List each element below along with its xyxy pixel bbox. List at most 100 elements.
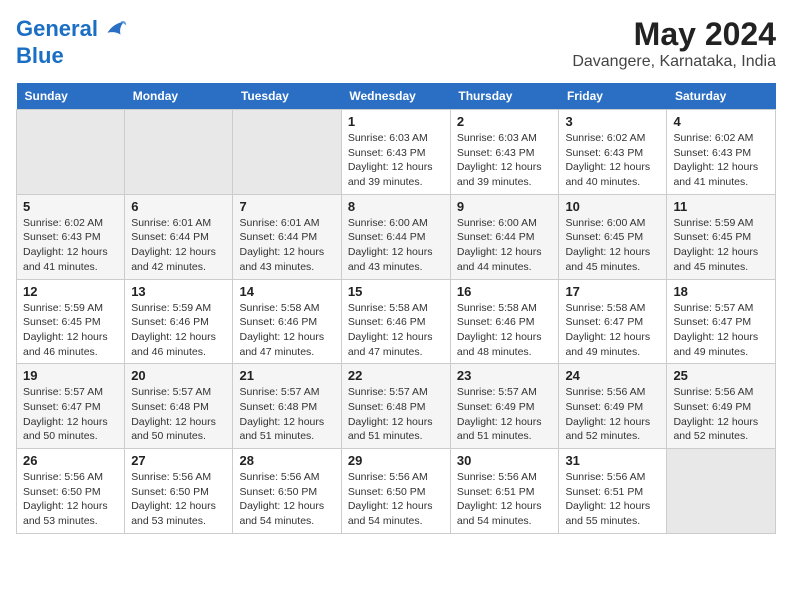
day-info: Sunrise: 5:59 AMSunset: 6:45 PMDaylight:… [673, 216, 769, 275]
calendar-cell: 18Sunrise: 5:57 AMSunset: 6:47 PMDayligh… [667, 279, 776, 364]
calendar-cell: 22 Sunrise: 5:57 AMSunset: 6:48 PMDayligh… [341, 364, 450, 449]
day-number: 17 [565, 284, 660, 299]
calendar-cell: 19 Sunrise: 5:57 AMSunset: 6:47 PMDayligh… [17, 364, 125, 449]
calendar-table: SundayMondayTuesdayWednesdayThursdayFrid… [16, 83, 776, 534]
day-number: 9 [457, 199, 553, 214]
logo: General Blue [16, 16, 128, 68]
weekday-header-sunday: Sunday [17, 83, 125, 110]
calendar-cell: 26Sunrise: 5:56 AMSunset: 6:50 PMDayligh… [17, 449, 125, 534]
day-number: 10 [565, 199, 660, 214]
day-number: 28 [239, 453, 334, 468]
day-info: Sunrise: 5:58 AMSunset: 6:46 PMDaylight:… [239, 301, 334, 360]
day-number: 30 [457, 453, 553, 468]
calendar-cell: 14 Sunrise: 5:58 AMSunset: 6:46 PMDayligh… [233, 279, 341, 364]
day-number: 11 [673, 199, 769, 214]
calendar-cell: 17 Sunrise: 5:58 AMSunset: 6:47 PMDayligh… [559, 279, 667, 364]
calendar-cell [667, 449, 776, 534]
day-number: 18 [673, 284, 769, 299]
day-info: Sunrise: 5:59 AMSunset: 6:46 PMDaylight:… [131, 301, 226, 360]
day-number: 16 [457, 284, 553, 299]
calendar-title: May 2024 [572, 16, 776, 53]
day-number: 15 [348, 284, 444, 299]
day-number: 19 [23, 368, 118, 383]
calendar-cell: 2Sunrise: 6:03 AMSunset: 6:43 PMDaylight… [450, 110, 559, 195]
day-info: Sunrise: 5:56 AMSunset: 6:50 PMDaylight:… [239, 470, 334, 529]
calendar-cell: 11 Sunrise: 5:59 AMSunset: 6:45 PMDayligh… [667, 194, 776, 279]
day-number: 4 [673, 114, 769, 129]
logo-text: General [16, 16, 128, 44]
day-info: Sunrise: 5:57 AMSunset: 6:47 PMDaylight:… [23, 385, 118, 444]
day-number: 22 [348, 368, 444, 383]
calendar-cell [17, 110, 125, 195]
logo-text-blue: Blue [16, 44, 128, 68]
calendar-header: SundayMondayTuesdayWednesdayThursdayFrid… [17, 83, 776, 110]
day-info: Sunrise: 6:01 AMSunset: 6:44 PMDaylight:… [239, 216, 334, 275]
weekday-header-friday: Friday [559, 83, 667, 110]
day-info: Sunrise: 5:57 AMSunset: 6:48 PMDaylight:… [239, 385, 334, 444]
day-number: 31 [565, 453, 660, 468]
day-number: 5 [23, 199, 118, 214]
day-info: Sunrise: 5:56 AMSunset: 6:51 PMDaylight:… [565, 470, 660, 529]
calendar-week-row: 26Sunrise: 5:56 AMSunset: 6:50 PMDayligh… [17, 449, 776, 534]
day-info: Sunrise: 6:01 AMSunset: 6:44 PMDaylight:… [131, 216, 226, 275]
day-number: 21 [239, 368, 334, 383]
day-info: Sunrise: 5:58 AMSunset: 6:47 PMDaylight:… [565, 301, 660, 360]
day-info: Sunrise: 5:59 AMSunset: 6:45 PMDaylight:… [23, 301, 118, 360]
calendar-cell: 4Sunrise: 6:02 AMSunset: 6:43 PMDaylight… [667, 110, 776, 195]
calendar-cell: 27Sunrise: 5:56 AMSunset: 6:50 PMDayligh… [125, 449, 233, 534]
calendar-week-row: 19 Sunrise: 5:57 AMSunset: 6:47 PMDayligh… [17, 364, 776, 449]
calendar-cell: 20 Sunrise: 5:57 AMSunset: 6:48 PMDayligh… [125, 364, 233, 449]
weekday-header-monday: Monday [125, 83, 233, 110]
day-info: Sunrise: 6:00 AMSunset: 6:44 PMDaylight:… [348, 216, 444, 275]
calendar-body: 1 Sunrise: 6:03 AMSunset: 6:43 PMDaylight… [17, 110, 776, 534]
day-number: 6 [131, 199, 226, 214]
logo-bird-icon [100, 16, 128, 44]
day-info: Sunrise: 6:00 AMSunset: 6:44 PMDaylight:… [457, 216, 553, 275]
calendar-cell: 29Sunrise: 5:56 AMSunset: 6:50 PMDayligh… [341, 449, 450, 534]
day-number: 29 [348, 453, 444, 468]
calendar-cell: 3Sunrise: 6:02 AMSunset: 6:43 PMDaylight… [559, 110, 667, 195]
day-info: Sunrise: 5:57 AMSunset: 6:49 PMDaylight:… [457, 385, 553, 444]
weekday-header-saturday: Saturday [667, 83, 776, 110]
day-info: Sunrise: 6:03 AMSunset: 6:43 PMDaylight:… [457, 131, 553, 190]
day-info: Sunrise: 6:00 AMSunset: 6:45 PMDaylight:… [565, 216, 660, 275]
day-info: Sunrise: 5:58 AMSunset: 6:46 PMDaylight:… [457, 301, 553, 360]
calendar-cell: 1Sunrise: 6:03 AMSunset: 6:43 PMDaylight… [341, 110, 450, 195]
day-number: 1 [348, 114, 444, 129]
calendar-cell: 30Sunrise: 5:56 AMSunset: 6:51 PMDayligh… [450, 449, 559, 534]
day-info: Sunrise: 5:57 AMSunset: 6:48 PMDaylight:… [131, 385, 226, 444]
calendar-week-row: 1 Sunrise: 6:03 AMSunset: 6:43 PMDaylight… [17, 110, 776, 195]
day-number: 20 [131, 368, 226, 383]
calendar-cell: 13 Sunrise: 5:59 AMSunset: 6:46 PMDayligh… [125, 279, 233, 364]
day-info: Sunrise: 6:02 AMSunset: 6:43 PMDaylight:… [23, 216, 118, 275]
calendar-cell: 15 Sunrise: 5:58 AMSunset: 6:46 PMDayligh… [341, 279, 450, 364]
page-header: General Blue May 2024 Davangere, Karnata… [16, 16, 776, 71]
calendar-week-row: 12Sunrise: 5:59 AMSunset: 6:45 PMDayligh… [17, 279, 776, 364]
day-info: Sunrise: 5:56 AMSunset: 6:50 PMDaylight:… [23, 470, 118, 529]
calendar-cell: 24 Sunrise: 5:56 AMSunset: 6:49 PMDayligh… [559, 364, 667, 449]
calendar-cell: 21 Sunrise: 5:57 AMSunset: 6:48 PMDayligh… [233, 364, 341, 449]
day-number: 13 [131, 284, 226, 299]
day-number: 14 [239, 284, 334, 299]
day-info: Sunrise: 5:58 AMSunset: 6:46 PMDaylight:… [348, 301, 444, 360]
calendar-week-row: 5 Sunrise: 6:02 AMSunset: 6:43 PMDaylight… [17, 194, 776, 279]
calendar-cell: 23Sunrise: 5:57 AMSunset: 6:49 PMDayligh… [450, 364, 559, 449]
weekday-header-thursday: Thursday [450, 83, 559, 110]
day-number: 24 [565, 368, 660, 383]
calendar-cell: 5 Sunrise: 6:02 AMSunset: 6:43 PMDaylight… [17, 194, 125, 279]
calendar-cell: 9 Sunrise: 6:00 AMSunset: 6:44 PMDaylight… [450, 194, 559, 279]
day-info: Sunrise: 5:56 AMSunset: 6:49 PMDaylight:… [565, 385, 660, 444]
day-info: Sunrise: 5:56 AMSunset: 6:50 PMDaylight:… [131, 470, 226, 529]
weekday-header-tuesday: Tuesday [233, 83, 341, 110]
calendar-cell: 28 Sunrise: 5:56 AMSunset: 6:50 PMDayligh… [233, 449, 341, 534]
calendar-cell: 6 Sunrise: 6:01 AMSunset: 6:44 PMDaylight… [125, 194, 233, 279]
day-info: Sunrise: 5:56 AMSunset: 6:49 PMDaylight:… [673, 385, 769, 444]
weekday-header-wednesday: Wednesday [341, 83, 450, 110]
calendar-cell [233, 110, 341, 195]
calendar-cell: 25Sunrise: 5:56 AMSunset: 6:49 PMDayligh… [667, 364, 776, 449]
calendar-cell: 10 Sunrise: 6:00 AMSunset: 6:45 PMDayligh… [559, 194, 667, 279]
calendar-cell: 12Sunrise: 5:59 AMSunset: 6:45 PMDayligh… [17, 279, 125, 364]
day-number: 7 [239, 199, 334, 214]
day-info: Sunrise: 5:57 AMSunset: 6:48 PMDaylight:… [348, 385, 444, 444]
day-number: 3 [565, 114, 660, 129]
